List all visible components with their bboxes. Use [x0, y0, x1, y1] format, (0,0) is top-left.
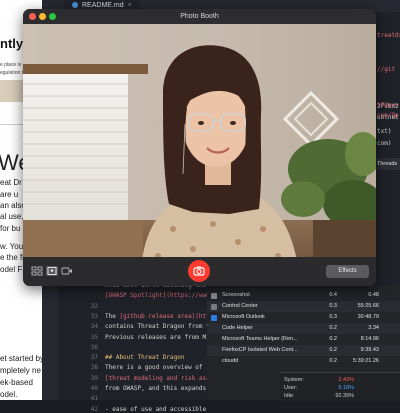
app-icon [211, 304, 217, 310]
photo-booth-toolbar: Effects [23, 257, 376, 286]
line-number: 42 [90, 405, 98, 413]
window-titlebar: Photo Booth [23, 9, 376, 24]
process-row[interactable]: FirefoxCP Isolated Web Cont... 0.2 9:39.43 [207, 345, 400, 356]
cpu-percent: 0.2 [329, 336, 337, 342]
page-paragraph-line: an also [0, 201, 26, 210]
process-row[interactable]: Microsoft Outlook 0.3 30:48.79 [207, 312, 400, 323]
process-name: Screenshot [222, 292, 250, 298]
line-number: 35 [90, 333, 98, 341]
camera-icon [193, 266, 205, 276]
page-text-line: e place is [0, 62, 22, 68]
code-text: - ease of use and accessible [105, 406, 206, 413]
line-number: 38 [90, 364, 98, 372]
cpu-summary-label: Idle: [284, 393, 295, 399]
code-fragment: txt) [377, 128, 392, 135]
window-title: Photo Booth [180, 13, 219, 20]
page-paragraph-line: et started by [0, 354, 45, 363]
page-paragraph-line: eat Dr [0, 178, 22, 187]
close-icon[interactable]: × [128, 2, 132, 9]
cpu-summary-value: 5.18% [338, 385, 354, 391]
code-text: ## About Threat Dragon [105, 354, 184, 361]
line-number: 40 [90, 385, 98, 392]
effects-button[interactable]: Effects [326, 265, 369, 278]
code-fragment: //git [377, 66, 396, 73]
cpu-summary-label: User: [284, 385, 298, 391]
camera-preview-image [23, 24, 376, 272]
line-number: 41 [90, 395, 98, 403]
camera-preview [23, 24, 376, 272]
code-segment: There is a good overview of [105, 364, 203, 372]
code-text: There is a good overview of [105, 364, 203, 371]
page-paragraph-line: al use, [0, 212, 24, 221]
page-paragraph-line: e the fi [0, 253, 25, 262]
line-number: 37 [90, 354, 98, 362]
cpu-time: 30:48.79 [357, 314, 379, 320]
code-fragment: treatdra [377, 32, 400, 39]
take-photo-button[interactable] [188, 260, 210, 282]
code-fragment: com) [377, 140, 392, 147]
page-paragraph-line: odel. [0, 390, 18, 399]
code-fragment: com/Op [377, 112, 399, 119]
process-name: FirefoxCP Isolated Web Cont... [222, 347, 298, 353]
grid-view-icon[interactable] [31, 266, 43, 276]
page-paragraph-line: are u [0, 190, 19, 199]
process-name: Microsoft Outlook [222, 314, 265, 320]
code-fragment: SPOm== [377, 102, 399, 109]
cpu-time: 3.34 [368, 325, 379, 331]
process-row[interactable]: Code Helper 0.2 3.34 [207, 323, 400, 334]
cpu-percent: 0.4 [329, 292, 337, 298]
cpu-time: 5:39:21.26 [353, 358, 379, 364]
minimize-window-button[interactable] [39, 13, 46, 20]
process-row[interactable]: cloudd 0.2 5:39:21.26 [207, 356, 400, 367]
process-name: cloudd [222, 358, 239, 364]
process-name: Control Center [222, 303, 258, 309]
page-paragraph-line: for bu [0, 224, 21, 233]
cpu-time: 55:25.66 [357, 303, 379, 309]
process-row[interactable]: Control Center 0.3 55:25.66 [207, 301, 400, 312]
line-number: 34 [90, 323, 98, 331]
page-paragraph-line: w. You [0, 242, 24, 251]
line-number: 32 [90, 302, 98, 310]
cpu-percent: 0.3 [329, 314, 337, 320]
line-number: 33 [90, 312, 98, 320]
code-segment: - ease of use and accessible [105, 405, 207, 413]
app-icon [211, 315, 217, 321]
video-view-icon[interactable] [61, 266, 73, 276]
page-paragraph-line: ek-based [0, 378, 33, 387]
cpu-time: 8:14.96 [360, 336, 379, 342]
code-segment: The [105, 312, 120, 320]
cpu-summary-label: System: [284, 377, 304, 383]
process-row[interactable]: Screenshot 0.4 0.48 [207, 290, 400, 301]
cpu-summary-value: 2.43% [338, 377, 354, 383]
line-number: 36 [90, 343, 98, 351]
tab-label: README.md [82, 2, 124, 9]
cpu-percent: 0.2 [329, 347, 337, 353]
cpu-time: 9:39.43 [360, 347, 379, 353]
photo-booth-window: Photo Booth Effects [23, 9, 376, 286]
single-photo-view-icon[interactable] [46, 266, 58, 276]
cpu-percent: 0.3 [329, 303, 337, 309]
page-paragraph-line: mpletely ne [0, 366, 41, 375]
zoom-window-button[interactable] [49, 13, 56, 20]
threads-column-header[interactable]: Threads [377, 158, 400, 170]
process-row[interactable]: Microsoft Teams Helper (Ren... 0.2 8:14.96 [207, 334, 400, 345]
line-number: 39 [90, 374, 98, 382]
cpu-percent: 0.2 [329, 325, 337, 331]
process-name: Microsoft Teams Helper (Ren... [222, 336, 298, 342]
page-paragraph-line: odel F [0, 265, 23, 274]
close-window-button[interactable] [29, 13, 36, 20]
code-segment: ## About Threat Dragon [105, 354, 185, 362]
process-name: Code Helper [222, 325, 253, 331]
markdown-file-icon [72, 2, 78, 9]
app-icon [211, 293, 217, 299]
cpu-summary-value: 92.39% [335, 393, 354, 399]
cpu-load-summary: System: 2.43% User: 5.18% Idle: 92.39% [280, 372, 400, 401]
cpu-time: 0.48 [368, 292, 379, 298]
cpu-percent: 0.2 [329, 358, 337, 364]
page-text-line: egulation to [0, 70, 26, 76]
